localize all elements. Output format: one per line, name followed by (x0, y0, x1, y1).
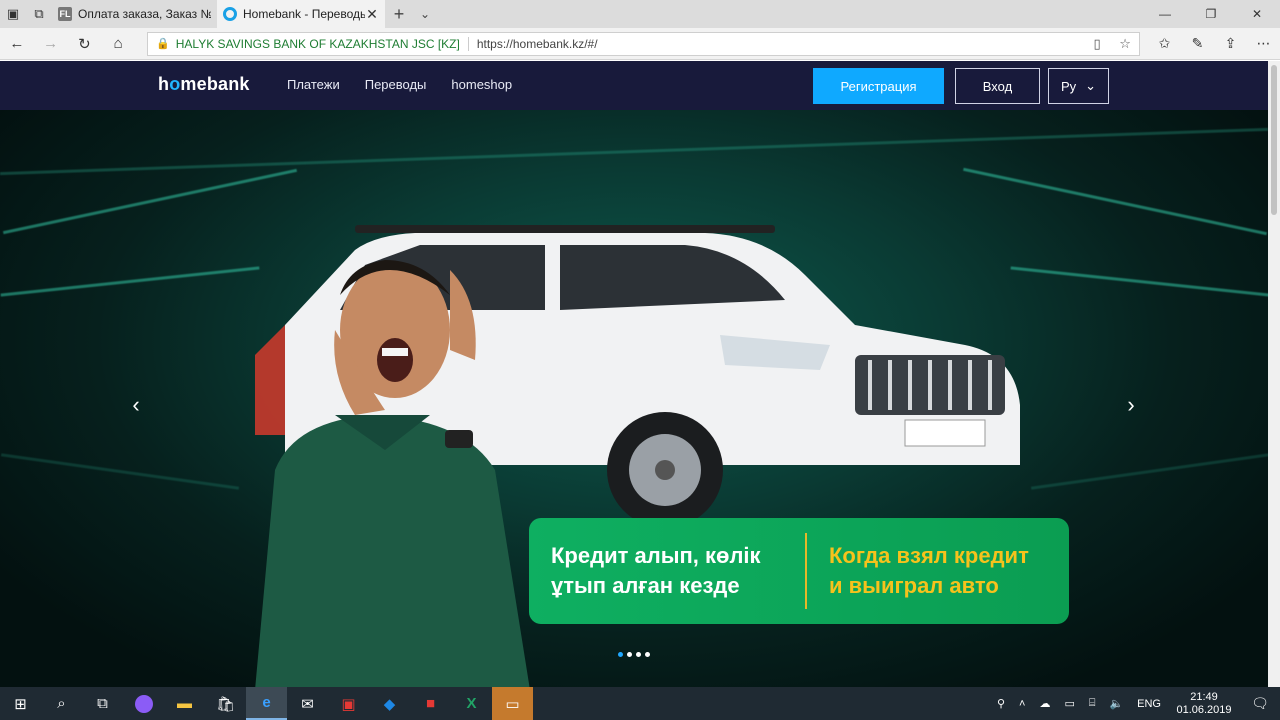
refresh-button[interactable]: ↻ (68, 28, 102, 60)
network-icon[interactable]: ⌸ (1089, 697, 1096, 710)
back-button[interactable]: ← (0, 28, 34, 60)
onedrive-cloud-icon[interactable]: ☁ (1039, 697, 1050, 710)
homebank-logo[interactable]: homebank (158, 74, 250, 95)
forward-button[interactable]: → (34, 28, 68, 60)
restore-icon[interactable]: ❐ (1188, 0, 1234, 28)
login-button[interactable]: Вход (955, 68, 1040, 104)
promo-banner[interactable]: Кредит алып, көлік ұтып алған кезде Когд… (529, 518, 1069, 624)
search-icon[interactable]: ⌕ (41, 687, 82, 720)
light-beam (0, 127, 1268, 176)
minimize-icon[interactable]: — (1142, 0, 1188, 28)
people-icon[interactable]: ⚲ (997, 697, 1005, 710)
file-explorer-icon[interactable]: ▬ (164, 687, 205, 720)
register-button[interactable]: Регистрация (813, 68, 944, 104)
carousel-prev-icon[interactable]: ‹ (126, 392, 146, 418)
home-button[interactable]: ⌂ (101, 28, 135, 60)
language-select[interactable]: Ру ⌄ (1048, 68, 1109, 104)
browser-tab-bar: ▣ ⧉ FL Оплата заказа, Заказ № 28 Homeban… (0, 0, 1280, 28)
share-icon[interactable]: ⇪ (1214, 35, 1247, 52)
web-page: homebank Платежи Переводы homeshop Регис… (0, 61, 1268, 687)
certificate-label[interactable]: HALYK SAVINGS BANK OF KAZAKHSTAN JSC [KZ… (176, 36, 469, 51)
nav-homeshop[interactable]: homeshop (451, 77, 512, 92)
screen-recorder-icon[interactable]: ▭ (492, 687, 533, 720)
tab-actions-icon[interactable]: ▣ (0, 0, 26, 28)
notifications-icon[interactable]: 🗨 (1240, 695, 1280, 712)
light-beam (1010, 266, 1268, 297)
favorite-star-icon[interactable]: ☆ (1111, 36, 1139, 52)
url-text[interactable]: https://homebank.kz/#/ (469, 37, 1083, 51)
volume-icon[interactable]: 🔈 (1109, 697, 1123, 710)
set-aside-tabs-icon[interactable]: ⧉ (26, 0, 52, 28)
favorites-icon[interactable]: ✩ (1148, 35, 1181, 52)
light-beam (1030, 453, 1268, 490)
task-view-icon[interactable]: ⧉ (82, 687, 123, 720)
homebank-favicon-icon (223, 7, 237, 21)
light-beam (0, 453, 240, 490)
chevron-down-icon: ⌄ (1085, 78, 1096, 93)
alice-assistant-icon[interactable] (123, 687, 164, 720)
main-nav: Платежи Переводы homeshop (287, 77, 537, 92)
nav-payments[interactable]: Платежи (287, 77, 340, 92)
close-window-icon[interactable]: ✕ (1234, 0, 1280, 28)
store-icon[interactable]: 🛍 (205, 687, 246, 720)
system-tray: ⚲ ˄ ☁ ▭ ⌸ 🔈 ENG 21:49 01.06.2019 🗨 (990, 691, 1280, 717)
carousel-dot[interactable] (618, 652, 623, 657)
carousel-dots (618, 652, 650, 657)
excel-icon[interactable]: X (451, 687, 492, 720)
language-indicator[interactable]: ENG (1137, 698, 1161, 710)
edge-browser-icon[interactable]: e (246, 687, 287, 720)
tab-title: Homebank - Переводь (243, 7, 365, 21)
fl-favicon-icon: FL (58, 7, 72, 21)
hero-carousel: ‹ › Кредит алып, көлік ұтып алған кезде … (0, 110, 1268, 687)
person-image (255, 260, 530, 687)
page-scrollbar[interactable] (1268, 61, 1280, 687)
tab-title: Оплата заказа, Заказ № 28 (78, 7, 211, 21)
language-value: Ру (1061, 78, 1077, 94)
carousel-dot[interactable] (645, 652, 650, 657)
banner-text-kz: Кредит алып, көлік ұтып алған кезде (551, 543, 761, 598)
carousel-dot[interactable] (636, 652, 641, 657)
start-windows-icon[interactable]: ⊞ (0, 687, 41, 720)
new-tab-button[interactable]: + (385, 4, 413, 25)
clock[interactable]: 21:49 01.06.2019 (1168, 691, 1240, 717)
windows-taskbar: ⊞ ⌕ ⧉ ▬ 🛍 e ✉ ▣ ◆ ■ X ▭ ⚲ ˄ ☁ ▭ ⌸ 🔈 ENG … (0, 687, 1280, 720)
gift-app-icon[interactable]: ▣ (328, 687, 369, 720)
more-icon[interactable]: ⋯ (1247, 35, 1280, 52)
address-bar: ← → ↻ ⌂ 🔒 HALYK SAVINGS BANK OF KAZAKHST… (0, 28, 1280, 60)
lock-icon: 🔒 (156, 38, 170, 50)
light-beam (0, 266, 260, 297)
red-app-icon[interactable]: ■ (410, 687, 451, 720)
scrollbar-thumb[interactable] (1271, 65, 1277, 215)
nav-transfers[interactable]: Переводы (365, 77, 427, 92)
tab-preview-chevron-icon[interactable]: ⌄ (413, 7, 437, 21)
battery-icon[interactable]: ▭ (1064, 697, 1074, 710)
close-tab-icon[interactable]: ✕ (365, 6, 379, 23)
chevron-up-icon[interactable]: ˄ (1019, 698, 1025, 710)
carousel-next-icon[interactable]: › (1121, 392, 1141, 418)
mail-icon[interactable]: ✉ (287, 687, 328, 720)
blue-app-icon[interactable]: ◆ (369, 687, 410, 720)
tab-homebank[interactable]: Homebank - Переводь ✕ (217, 0, 385, 28)
reading-view-icon[interactable]: ▯ (1083, 36, 1111, 52)
site-header: homebank Платежи Переводы homeshop Регис… (0, 61, 1268, 110)
banner-text-ru: Когда взял кредит и выиграл авто (829, 543, 1029, 598)
tab-order-payment[interactable]: FL Оплата заказа, Заказ № 28 (52, 0, 217, 28)
carousel-dot[interactable] (627, 652, 632, 657)
pen-notes-icon[interactable]: ✎ (1181, 35, 1214, 52)
url-input[interactable]: 🔒 HALYK SAVINGS BANK OF KAZAKHSTAN JSC [… (147, 31, 1141, 56)
